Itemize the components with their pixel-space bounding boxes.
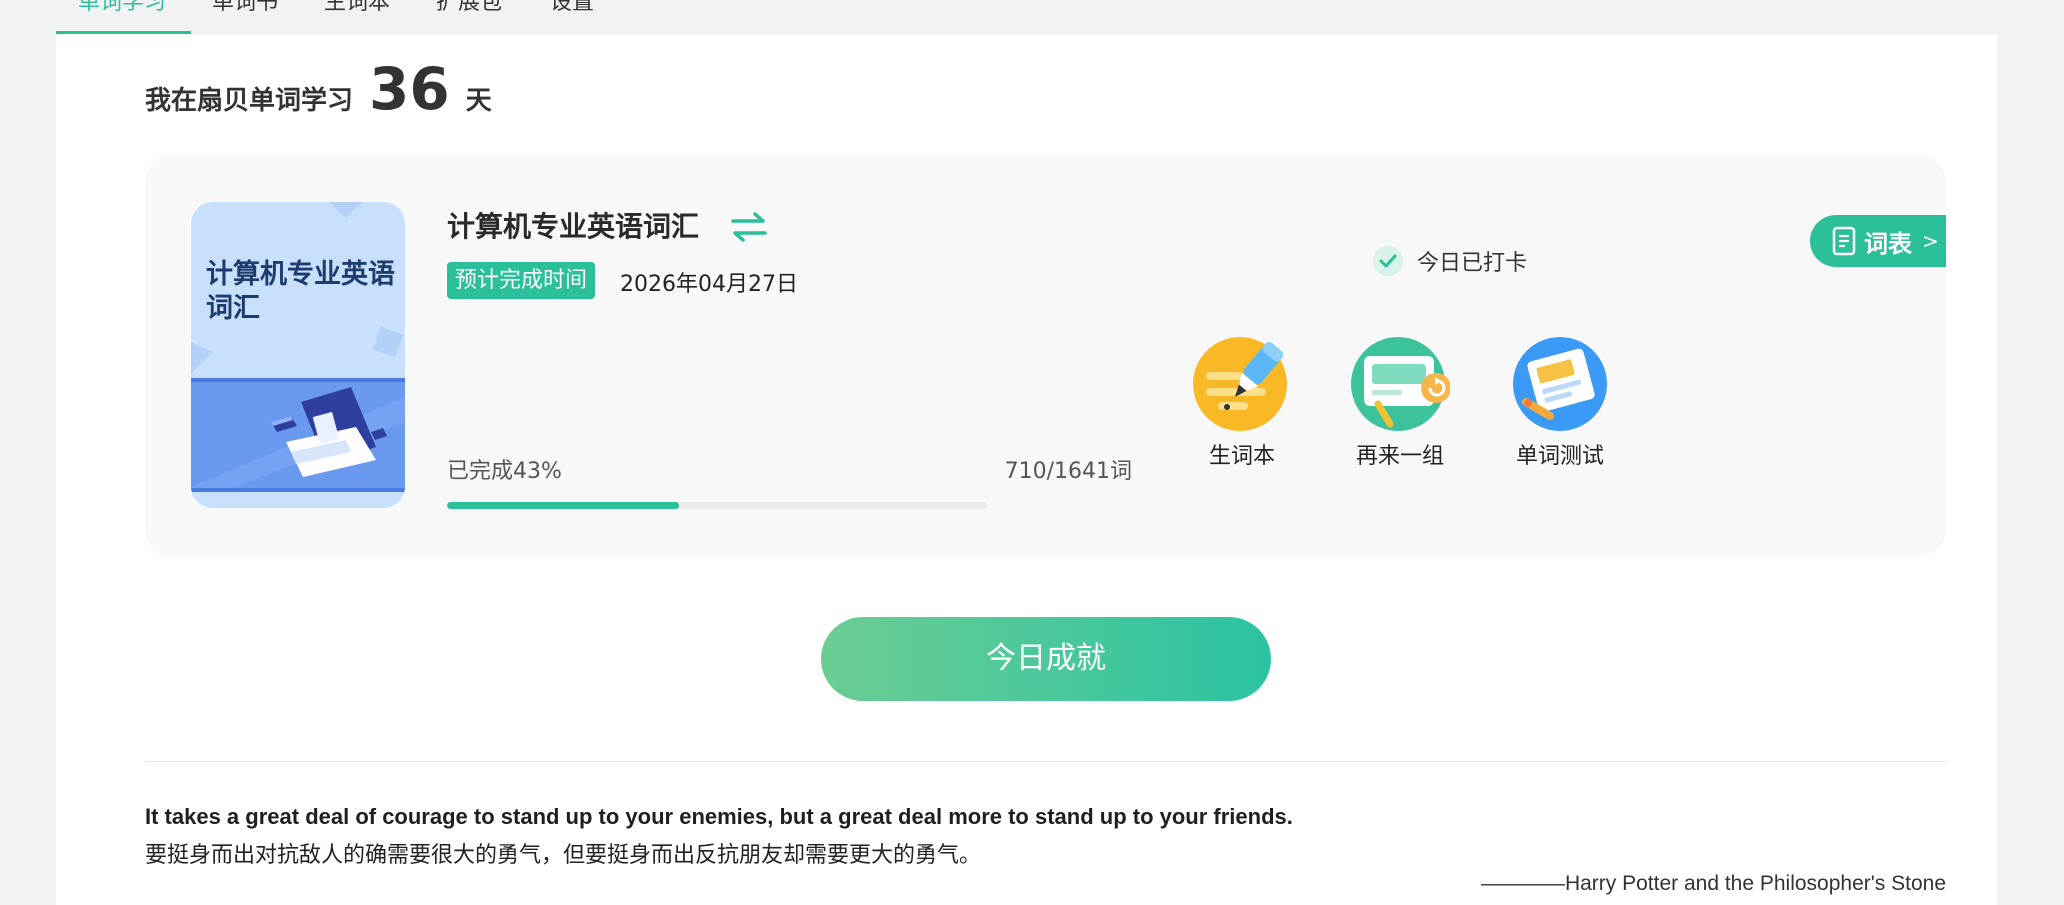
tab-settings[interactable]: 设置 [550, 0, 594, 16]
new-words-label: 生词本 [1208, 444, 1275, 469]
tab-word-study[interactable]: 单词学习 [78, 0, 166, 16]
wordlist-button[interactable]: 词表 > [1810, 215, 1946, 267]
streak-days: 36 [369, 55, 450, 123]
pen-notebook-icon [1193, 337, 1287, 431]
quote-chinese: 要挺身而出对抗敌人的确需要很大的勇气，但要挺身而出反抗朋友却需要更大的勇气。 [145, 843, 982, 868]
document-icon [1832, 226, 1856, 256]
new-words-button[interactable]: 生词本 [1177, 332, 1307, 470]
divider [145, 761, 1946, 762]
wordlist-button-label: 词表 [1864, 229, 1912, 258]
progress-bar-fill [447, 502, 680, 509]
streak-prefix: 我在扇贝单词学习 [145, 86, 354, 116]
check-circle-icon [1373, 246, 1403, 276]
swap-arrows-icon[interactable] [731, 211, 767, 243]
tab-new-words[interactable]: 生词本 [324, 0, 390, 16]
top-nav: 单词学习 单词书 生词本 扩展包 设置 [56, 0, 656, 34]
test-paper-icon [1513, 337, 1607, 431]
checkin-label: 今日已打卡 [1417, 251, 1528, 276]
checkin-status: 今日已打卡 [1373, 245, 1527, 277]
card-refresh-icon [1351, 337, 1450, 431]
chevron-right-icon: > [1922, 229, 1939, 253]
current-book-card: 计算机专业英语词汇 计算机专业英语词汇 预计完成时间 2026年04月27日 已… [145, 155, 1946, 557]
quote-source: ————Harry Potter and the Philosopher's S… [1480, 872, 1946, 895]
book-cover[interactable]: 计算机专业英语词汇 [191, 202, 405, 508]
eta-date: 2026年04月27日 [620, 272, 798, 297]
tab-word-book[interactable]: 单词书 [212, 0, 278, 16]
book-title: 计算机专业英语词汇 [447, 210, 700, 243]
another-group-button[interactable]: 再来一组 [1335, 332, 1465, 470]
tab-extension[interactable]: 扩展包 [436, 0, 502, 16]
word-count: 710/1641词 [1004, 459, 1132, 484]
streak-banner: 我在扇贝单词学习 36 天 [145, 60, 492, 130]
progress-label: 已完成43% [447, 459, 562, 484]
streak-suffix: 天 [465, 86, 492, 116]
another-group-label: 再来一组 [1355, 444, 1444, 469]
eta-badge: 预计完成时间 [447, 262, 596, 299]
progress-bar [447, 502, 987, 509]
book-cover-illustration [191, 202, 405, 508]
quote-english: It takes a great deal of courage to stan… [145, 804, 1293, 829]
active-tab-indicator [56, 31, 191, 34]
word-test-label: 单词测试 [1515, 444, 1604, 469]
today-achievement-button[interactable]: 今日成就 [821, 617, 1271, 701]
word-test-button[interactable]: 单词测试 [1495, 332, 1625, 470]
book-cover-title: 计算机专业英语词汇 [206, 259, 395, 324]
